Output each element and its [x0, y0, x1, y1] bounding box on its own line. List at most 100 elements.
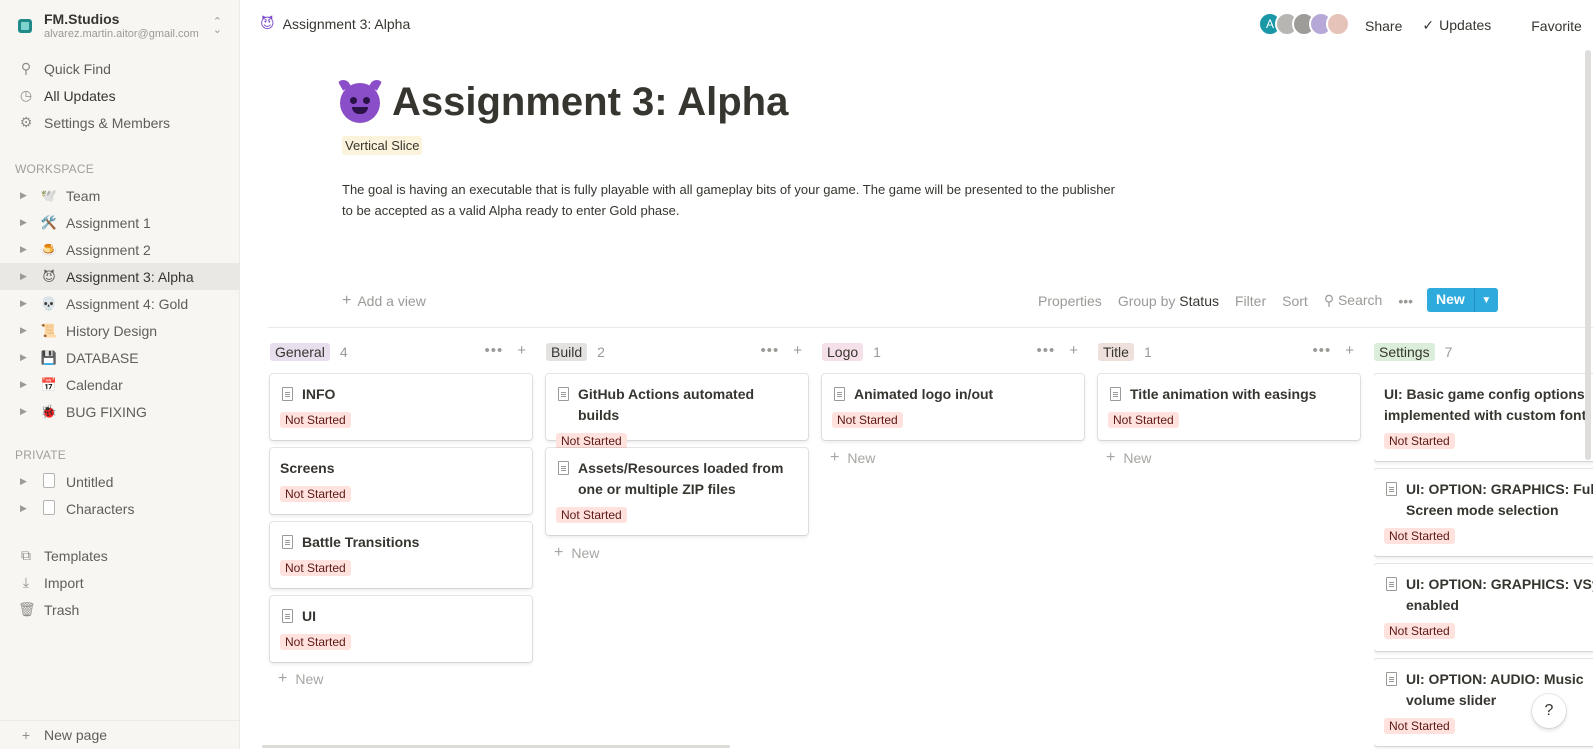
more-options-icon[interactable]: ••• [1398, 293, 1413, 309]
board-card[interactable]: UI: OPTION: GRAPHICS: Full Screen mode s… [1374, 469, 1593, 556]
workspace-switcher[interactable]: FM.Studios alvarez.martin.aitor@gmail.co… [0, 8, 240, 44]
board-card[interactable]: Animated logo in/out Not Started [822, 374, 1084, 440]
expand-triangle-icon[interactable]: ▶ [20, 476, 30, 487]
breadcrumb-label: Assignment 3: Alpha [282, 15, 411, 32]
all-updates-button[interactable]: ◷ All Updates [0, 82, 240, 109]
sidebar-item-assignment-1[interactable]: ▶ 🛠️ Assignment 1 [0, 209, 240, 236]
vertical-scrollbar[interactable] [1585, 50, 1591, 460]
column-label[interactable]: General [270, 343, 330, 361]
page-emoji: 🕊️ [40, 187, 58, 203]
chevron-down-icon[interactable]: ▼ [1473, 288, 1498, 312]
status-badge: Not Started [832, 412, 903, 428]
sidebar-item-assignment-4[interactable]: ▶ 💀 Assignment 4: Gold [0, 290, 240, 317]
add-card-button[interactable]: + New [278, 670, 323, 688]
properties-button[interactable]: Properties [1038, 293, 1102, 309]
group-by-button[interactable]: Group by Status [1118, 293, 1219, 309]
sidebar-item-team[interactable]: ▶ 🕊️ Team [0, 182, 240, 209]
new-button[interactable]: New [1427, 288, 1474, 312]
plus-icon[interactable]: + [517, 342, 526, 359]
trash-button[interactable]: 🗑 Trash [0, 596, 240, 623]
more-options-icon[interactable]: ••• [760, 342, 779, 359]
board-card[interactable]: GitHub Actions automated builds Not Star… [546, 374, 808, 449]
expand-triangle-icon[interactable]: ▶ [20, 406, 30, 417]
expand-triangle-icon[interactable]: ▶ [20, 352, 30, 363]
board-card[interactable]: Title animation with easings Not Started [1098, 374, 1360, 440]
devil-emoji-icon[interactable] [338, 76, 382, 123]
sidebar-item-label: Calendar [66, 376, 123, 393]
sidebar-item-label: Assignment 1 [66, 214, 151, 231]
column-label[interactable]: Build [546, 343, 588, 361]
board-card[interactable]: UI: Basic game config options implemente… [1374, 374, 1593, 461]
sidebar-item-assignment-2[interactable]: ▶ 🍮 Assignment 2 [0, 236, 240, 263]
status-badge: Not Started [280, 486, 351, 502]
expand-triangle-icon[interactable]: ▶ [20, 503, 30, 514]
settings-button[interactable]: ⚙ Settings & Members [0, 109, 240, 136]
plus-icon[interactable]: + [793, 342, 802, 359]
add-card-button[interactable]: + New [830, 449, 875, 467]
search-button[interactable]: ⚲ Search [1324, 292, 1383, 309]
page-emoji: 🛠️ [40, 214, 58, 230]
column-label[interactable]: Title [1098, 343, 1134, 361]
sidebar-item-calendar[interactable]: ▶ 📅 Calendar [0, 371, 240, 398]
filter-button[interactable]: Filter [1235, 293, 1266, 309]
sidebar-item-label: BUG FIXING [66, 403, 147, 420]
add-card-button[interactable]: + New [554, 544, 599, 562]
board-card[interactable]: UI: OPTION: GRAPHICS: VSync enabled Not … [1374, 564, 1593, 651]
page-title-text[interactable]: Assignment 3: Alpha [392, 80, 788, 125]
import-button[interactable]: ⤓ Import [0, 569, 240, 596]
status-badge: Not Started [280, 560, 351, 576]
trash-label: Trash [44, 601, 80, 618]
expand-triangle-icon[interactable]: ▶ [20, 244, 30, 255]
new-page-button[interactable]: + New page [0, 720, 240, 749]
board-card[interactable]: UI Not Started [270, 596, 532, 662]
board-card[interactable]: Screens Not Started [270, 448, 532, 514]
expand-triangle-icon[interactable]: ▶ [20, 298, 30, 309]
page-title[interactable]: Assignment 3: Alpha [338, 76, 788, 125]
updates-button[interactable]: ✓ Updates [1422, 17, 1511, 34]
expand-triangle-icon[interactable]: ▶ [20, 325, 30, 336]
vertical-slice-tag[interactable]: Vertical Slice [342, 136, 423, 155]
search-icon: ⚲ [1323, 292, 1335, 308]
import-label: Import [44, 574, 84, 591]
status-badge: Not Started [1384, 718, 1455, 734]
breadcrumb[interactable]: 😈 Assignment 3: Alpha [260, 15, 410, 32]
more-options-icon[interactable]: ••• [484, 342, 503, 359]
sidebar-item-untitled[interactable]: ▶ Untitled [0, 468, 240, 495]
board-card[interactable]: Assets/Resources loaded from one or mult… [546, 448, 808, 535]
page-emoji: 🐞 [40, 403, 58, 419]
plus-icon[interactable]: + [1069, 342, 1078, 359]
board-card[interactable]: Battle Transitions Not Started [270, 522, 532, 588]
quick-find-button[interactable]: ⚲ Quick Find [0, 55, 240, 82]
templates-button[interactable]: ⧉ Templates [0, 542, 240, 569]
share-button[interactable]: Share [1365, 18, 1402, 34]
board-card[interactable]: INFO Not Started [270, 374, 532, 440]
sort-button[interactable]: Sort [1282, 293, 1308, 309]
sidebar-item-database[interactable]: ▶ 💾 DATABASE [0, 344, 240, 371]
more-options-icon[interactable]: ••• [1312, 342, 1331, 359]
avatar[interactable] [1326, 12, 1350, 36]
sidebar-item-history-design[interactable]: ▶ 📜 History Design [0, 317, 240, 344]
page-description[interactable]: The goal is having an executable that is… [342, 179, 1122, 221]
expand-triangle-icon[interactable]: ▶ [20, 190, 30, 201]
help-button[interactable]: ? [1532, 694, 1566, 728]
horizontal-scrollbar[interactable] [262, 745, 730, 748]
expand-triangle-icon[interactable]: ▶ [20, 379, 30, 390]
quick-find-label: Quick Find [44, 60, 111, 77]
page-emoji: 💀 [40, 295, 58, 311]
add-view-button[interactable]: + Add a view [342, 292, 426, 310]
collaborator-avatars[interactable]: A [1258, 12, 1350, 36]
expand-triangle-icon[interactable]: ▶ [20, 217, 30, 228]
add-card-button[interactable]: + New [1106, 449, 1151, 467]
favorite-button[interactable]: Favorite [1531, 18, 1582, 34]
expand-triangle-icon[interactable]: ▶ [20, 271, 30, 282]
column-label[interactable]: Logo [822, 343, 864, 361]
column-count: 2 [597, 344, 605, 360]
column-count: 1 [873, 344, 881, 360]
sidebar-item-characters[interactable]: ▶ Characters [0, 495, 240, 522]
plus-icon[interactable]: + [1345, 342, 1354, 359]
sidebar-item-assignment-3[interactable]: ▶ 😈 Assignment 3: Alpha [0, 263, 240, 290]
status-badge: Not Started [1108, 412, 1179, 428]
more-options-icon[interactable]: ••• [1036, 342, 1055, 359]
sidebar-item-bug-fixing[interactable]: ▶ 🐞 BUG FIXING [0, 398, 240, 425]
column-label[interactable]: Settings [1374, 343, 1435, 361]
